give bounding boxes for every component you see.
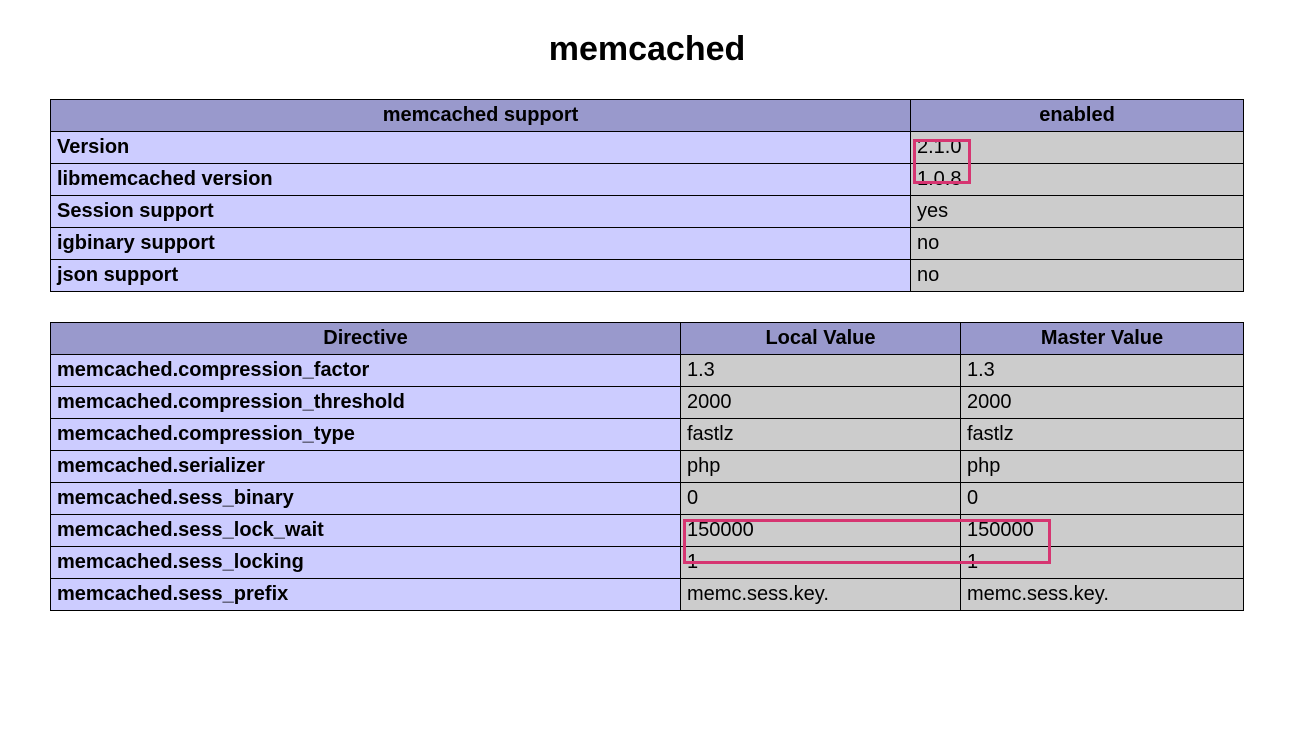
- directive-name: memcached.compression_factor: [51, 355, 681, 387]
- master-value: 1.3: [961, 355, 1244, 387]
- support-row-value: 1.0.8: [911, 164, 1244, 196]
- local-value: fastlz: [681, 419, 961, 451]
- master-value: 0: [961, 483, 1244, 515]
- directive-name: memcached.compression_type: [51, 419, 681, 451]
- support-row-value: no: [911, 260, 1244, 292]
- directive-name: memcached.sess_binary: [51, 483, 681, 515]
- support-row-label: libmemcached version: [51, 164, 911, 196]
- directive-header-directive: Directive: [51, 323, 681, 355]
- support-row-value: 2.1.0: [911, 132, 1244, 164]
- support-row-label: Version: [51, 132, 911, 164]
- support-row-label: igbinary support: [51, 228, 911, 260]
- table-row: memcached.sess_lock_wait 150000 150000: [51, 515, 1244, 547]
- table-row: memcached.sess_prefix memc.sess.key. mem…: [51, 579, 1244, 611]
- support-header-left: memcached support: [51, 100, 911, 132]
- master-value: memc.sess.key.: [961, 579, 1244, 611]
- support-row-value: yes: [911, 196, 1244, 228]
- local-value: 150000: [681, 515, 961, 547]
- directive-name: memcached.compression_threshold: [51, 387, 681, 419]
- table-row: memcached.compression_type fastlz fastlz: [51, 419, 1244, 451]
- directive-name: memcached.sess_locking: [51, 547, 681, 579]
- directive-header-local: Local Value: [681, 323, 961, 355]
- master-value: fastlz: [961, 419, 1244, 451]
- support-row-value: no: [911, 228, 1244, 260]
- local-value: memc.sess.key.: [681, 579, 961, 611]
- support-table: memcached support enabled Version 2.1.0 …: [50, 99, 1244, 292]
- support-row-label: json support: [51, 260, 911, 292]
- directive-name: memcached.sess_lock_wait: [51, 515, 681, 547]
- table-row: memcached.compression_threshold 2000 200…: [51, 387, 1244, 419]
- table-row: Session support yes: [51, 196, 1244, 228]
- table-row: memcached.compression_factor 1.3 1.3: [51, 355, 1244, 387]
- table-row: memcached.serializer php php: [51, 451, 1244, 483]
- directive-table: Directive Local Value Master Value memca…: [50, 322, 1244, 611]
- local-value: 2000: [681, 387, 961, 419]
- master-value: php: [961, 451, 1244, 483]
- table-row: igbinary support no: [51, 228, 1244, 260]
- directive-name: memcached.serializer: [51, 451, 681, 483]
- table-row: memcached.sess_locking 1 1: [51, 547, 1244, 579]
- table-header-row: memcached support enabled: [51, 100, 1244, 132]
- master-value: 1: [961, 547, 1244, 579]
- local-value: php: [681, 451, 961, 483]
- local-value: 1.3: [681, 355, 961, 387]
- page-title: memcached: [50, 30, 1244, 69]
- support-row-label: Session support: [51, 196, 911, 228]
- master-value: 2000: [961, 387, 1244, 419]
- table-header-row: Directive Local Value Master Value: [51, 323, 1244, 355]
- table-row: Version 2.1.0: [51, 132, 1244, 164]
- table-row: libmemcached version 1.0.8: [51, 164, 1244, 196]
- directive-header-master: Master Value: [961, 323, 1244, 355]
- directive-name: memcached.sess_prefix: [51, 579, 681, 611]
- table-row: json support no: [51, 260, 1244, 292]
- table-row: memcached.sess_binary 0 0: [51, 483, 1244, 515]
- support-header-right: enabled: [911, 100, 1244, 132]
- local-value: 1: [681, 547, 961, 579]
- master-value: 150000: [961, 515, 1244, 547]
- local-value: 0: [681, 483, 961, 515]
